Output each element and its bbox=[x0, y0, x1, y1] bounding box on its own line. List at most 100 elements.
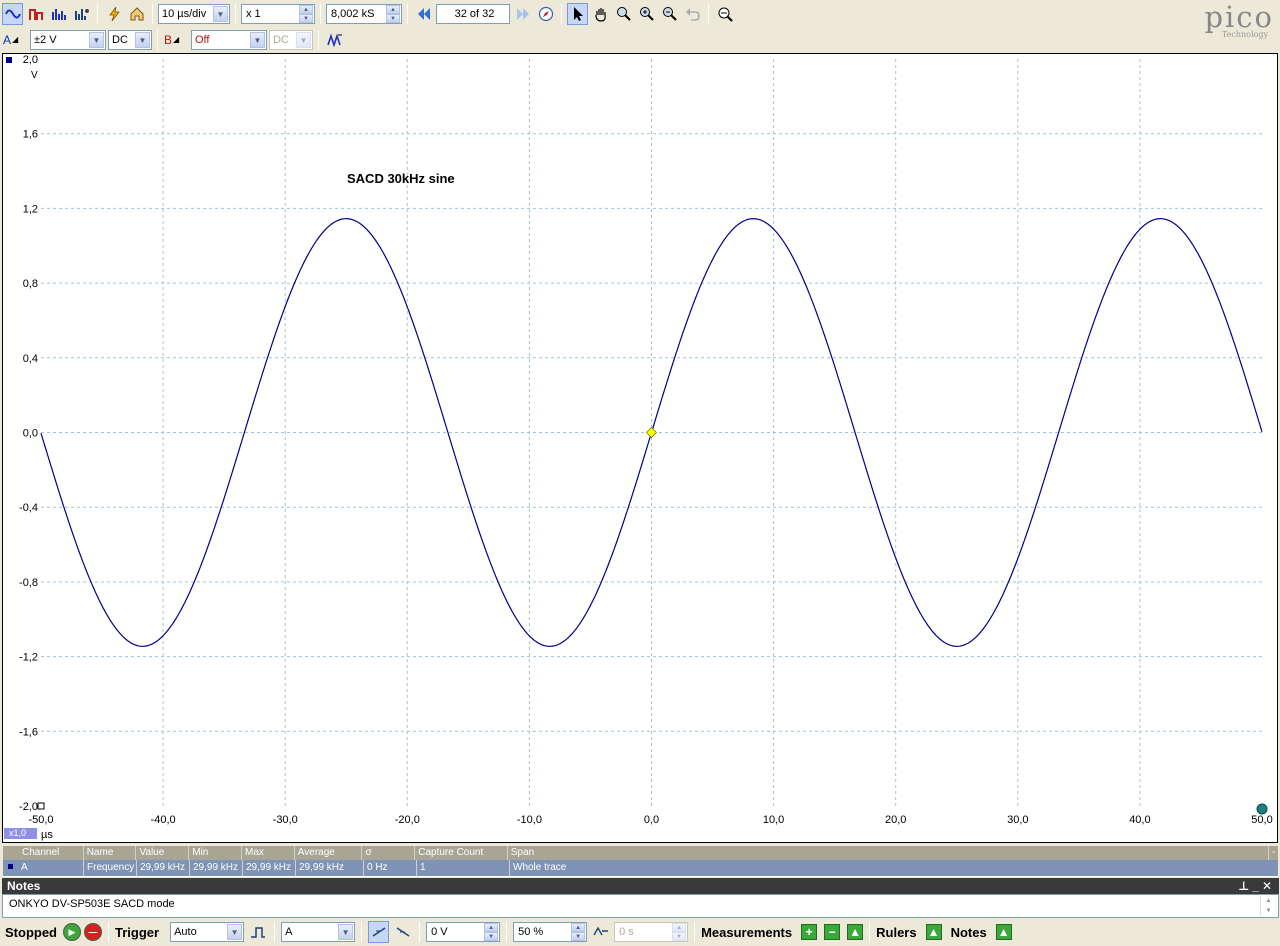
table-cell: 29,99 kHz bbox=[242, 860, 295, 876]
spectrum-mode-icon[interactable] bbox=[25, 3, 46, 25]
add-measurement-icon[interactable]: + bbox=[801, 924, 818, 940]
channel-a-options-button[interactable]: A ◢ bbox=[2, 29, 28, 51]
rulers-panel-icon[interactable]: ▲ bbox=[925, 924, 942, 940]
navigator-icon[interactable] bbox=[535, 3, 556, 25]
pin-icon[interactable]: ⊥ bbox=[1238, 879, 1252, 893]
column-header[interactable]: Average bbox=[293, 846, 362, 860]
column-header[interactable]: Value bbox=[135, 846, 188, 860]
trigger-marker-icon bbox=[645, 426, 658, 439]
zoom-out-icon[interactable] bbox=[659, 3, 680, 25]
zoom-to-fit-icon[interactable] bbox=[714, 3, 735, 25]
zoom-in-icon[interactable] bbox=[636, 3, 657, 25]
column-header[interactable]: σ bbox=[361, 846, 414, 860]
minimize-icon[interactable]: _ bbox=[1252, 879, 1262, 893]
notes-scrollbar[interactable]: ▲ ▼ bbox=[1260, 896, 1276, 916]
advanced-trigger-icon[interactable] bbox=[247, 921, 268, 943]
channel-b-range-value: Off bbox=[195, 34, 210, 46]
edit-measurement-icon[interactable]: ▲ bbox=[847, 924, 864, 940]
x-tick-label: 0,0 bbox=[644, 814, 659, 826]
chevron-down-icon: ▼ bbox=[135, 32, 150, 48]
capture-state-label: Stopped bbox=[5, 924, 57, 940]
column-header[interactable]: Channel bbox=[3, 846, 83, 860]
falling-edge-icon[interactable] bbox=[392, 921, 413, 943]
channel-a-label: A bbox=[3, 33, 12, 47]
chevron-down-icon: ▼ bbox=[227, 924, 243, 940]
notes-panel-icon[interactable]: ▲ bbox=[995, 924, 1012, 940]
column-header[interactable]: Name bbox=[82, 846, 136, 860]
delete-measurement-icon[interactable]: − bbox=[824, 924, 841, 940]
ruler-handle-icon[interactable] bbox=[1256, 803, 1268, 815]
spin-arrows-icon: ▲ ▼ bbox=[299, 5, 313, 23]
chevron-down-icon: ▼ bbox=[89, 32, 104, 48]
x-tick-label: 20,0 bbox=[885, 814, 906, 826]
x-tick-label: 30,0 bbox=[1007, 814, 1028, 826]
notes-textarea[interactable]: ONKYO DV-SP503E SACD mode ▲ ▼ bbox=[2, 894, 1279, 918]
table-cell: 1 bbox=[416, 860, 509, 876]
x-tick-label: 40,0 bbox=[1129, 814, 1150, 826]
rising-edge-icon[interactable] bbox=[368, 921, 390, 943]
timebase-select[interactable]: 10 µs/div ▼ bbox=[158, 4, 230, 24]
auto-setup-icon[interactable] bbox=[103, 3, 124, 25]
table-cell: 29,99 kHz bbox=[136, 860, 189, 876]
math-channels-icon[interactable] bbox=[324, 29, 345, 51]
channel-b-coupling-select: DC ▼ bbox=[269, 30, 313, 50]
scope-view[interactable]: -50,0 -40,0 -30,0 -20,0 -10,0 0,0 10,0 20,0 30,0… bbox=[2, 53, 1278, 843]
delay-spinner: 0 s ▲ ▼ bbox=[614, 922, 689, 942]
spin-arrows-icon: ▲ ▼ bbox=[386, 5, 400, 23]
zoom-factor-value: x 1 bbox=[246, 8, 261, 20]
column-header[interactable]: Min bbox=[188, 846, 241, 860]
samples-spinner[interactable]: 8,002 kS ▲ ▼ bbox=[326, 4, 402, 24]
table-cell: 29,99 kHz bbox=[295, 860, 363, 876]
x-scale-badge[interactable]: x1,0 bbox=[4, 828, 37, 839]
home-icon[interactable] bbox=[126, 3, 147, 25]
table-cell: A bbox=[3, 860, 83, 876]
probe-icon: ◢ bbox=[12, 35, 19, 44]
buffer-position-field[interactable]: 32 of 32 bbox=[436, 4, 510, 24]
stop-capture-icon[interactable]: ― bbox=[84, 923, 102, 941]
scope-mode-icon[interactable] bbox=[2, 3, 23, 25]
picoscope-window: 10 µs/div ▼ x 1 ▲ ▼ 8,002 kS ▲ ▼ 32 of 32 A ◢ … bbox=[0, 0, 1280, 946]
trigger-label: Trigger bbox=[115, 924, 160, 940]
timebase-value: 10 µs/div bbox=[162, 8, 207, 20]
channel-b-options-button[interactable]: B ◢ bbox=[163, 29, 189, 51]
post-trigger-delay-icon[interactable] bbox=[590, 921, 611, 943]
trigger-level-spinner[interactable]: 0 V ▲ ▼ bbox=[426, 922, 501, 942]
trigger-source-value: A bbox=[285, 926, 293, 938]
x-tick-label: -10,0 bbox=[517, 814, 542, 826]
next-buffer-icon[interactable] bbox=[512, 3, 533, 25]
status-bar: Stopped ▶ ― Trigger Auto ▼ A ▼ 0 V ▲ ▼ 50 % ▲… bbox=[0, 919, 1280, 945]
pointer-tool-icon[interactable] bbox=[567, 3, 588, 25]
channel-b-range-select[interactable]: Off ▼ bbox=[191, 30, 267, 50]
column-header[interactable]: Span bbox=[506, 846, 1268, 860]
start-capture-icon[interactable]: ▶ bbox=[63, 923, 81, 941]
persistence-mode-icon[interactable] bbox=[48, 3, 69, 25]
chevron-down-icon: ▼ bbox=[296, 32, 311, 48]
notes-content: ONKYO DV-SP503E SACD mode bbox=[9, 898, 175, 910]
y-tick-label: 0,4 bbox=[23, 353, 38, 365]
signal-generator-icon[interactable] bbox=[71, 3, 92, 25]
x-tick-label: -30,0 bbox=[273, 814, 298, 826]
first-buffer-icon[interactable] bbox=[413, 3, 434, 25]
column-header[interactable]: Capture Count bbox=[414, 846, 507, 860]
collapse-button[interactable]: - bbox=[1268, 846, 1278, 860]
trigger-mode-value: Auto bbox=[174, 926, 197, 938]
trigger-mode-select[interactable]: Auto ▼ bbox=[170, 922, 245, 942]
rulers-label: Rulers bbox=[876, 924, 917, 940]
chevron-down-icon: ▼ bbox=[338, 924, 354, 940]
channel-a-range-select[interactable]: ±2 V ▼ bbox=[30, 30, 106, 50]
zoom-tool-icon[interactable] bbox=[613, 3, 634, 25]
hand-tool-icon[interactable] bbox=[590, 3, 611, 25]
pre-trigger-spinner[interactable]: 50 % ▲ ▼ bbox=[513, 922, 588, 942]
zoom-factor-spinner[interactable]: x 1 ▲ ▼ bbox=[241, 4, 315, 24]
column-header[interactable]: Max bbox=[241, 846, 294, 860]
measurements-table: Channel Name Value Min Max Average σ Capture Co… bbox=[3, 846, 1278, 877]
table-row[interactable]: A Frequency 29,99 kHz 29,99 kHz 29,99 kHz 29,… bbox=[3, 860, 1278, 876]
channel-a-coupling-select[interactable]: DC ▼ bbox=[108, 30, 152, 50]
channel-a-indicator bbox=[6, 57, 12, 63]
table-cell: 0 Hz bbox=[363, 860, 416, 876]
waveform-chart[interactable]: -50,0 -40,0 -30,0 -20,0 -10,0 0,0 10,0 20,0 30,0… bbox=[3, 54, 1279, 844]
close-icon[interactable]: ✕ bbox=[1262, 879, 1275, 893]
trigger-source-select[interactable]: A ▼ bbox=[281, 922, 356, 942]
channel-b-coupling-value: DC bbox=[273, 34, 289, 46]
undo-zoom-icon[interactable] bbox=[682, 3, 703, 25]
